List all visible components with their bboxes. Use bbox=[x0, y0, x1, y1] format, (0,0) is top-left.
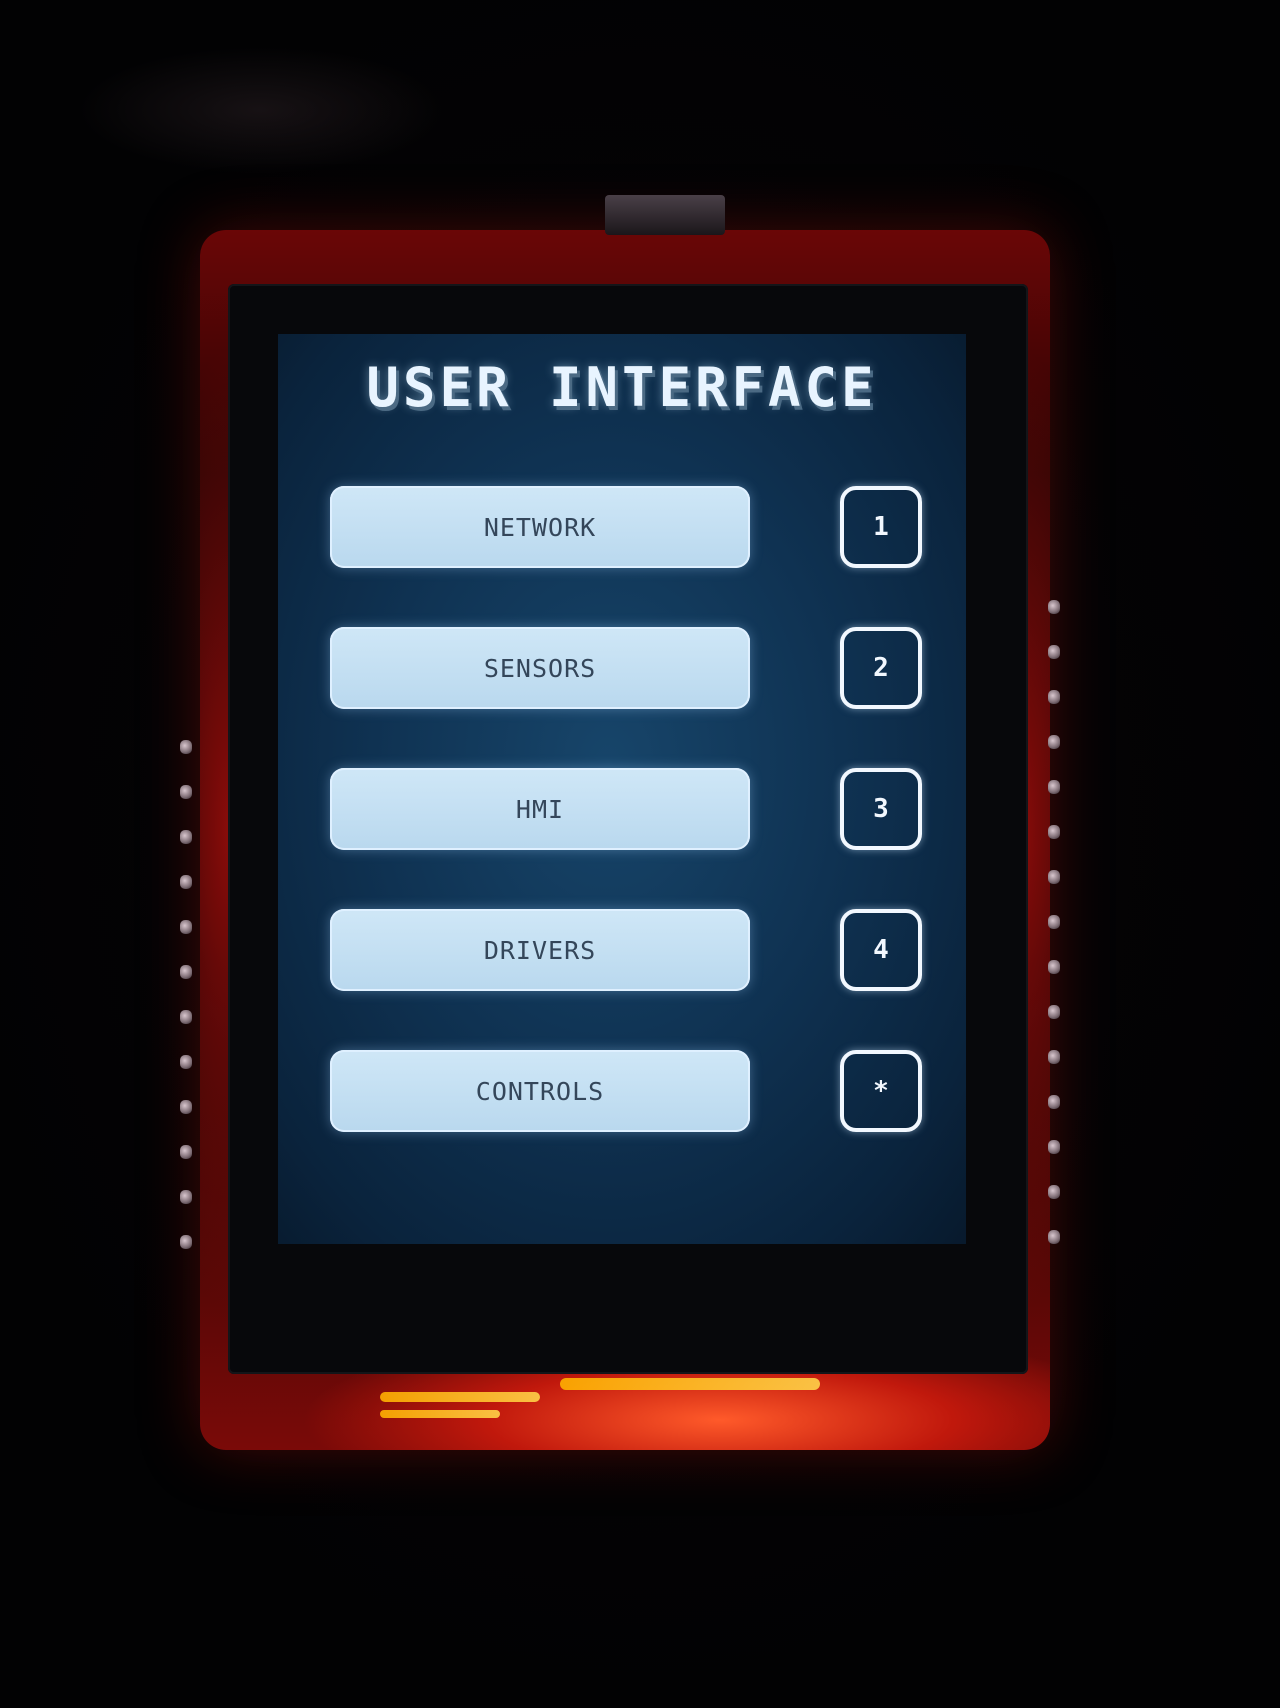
header-pin bbox=[1048, 1005, 1060, 1019]
key-4-button[interactable]: 4 bbox=[840, 909, 922, 991]
controls-button[interactable]: CONTROLS bbox=[330, 1050, 750, 1132]
sensors-button-label: SENSORS bbox=[483, 653, 597, 683]
header-pin bbox=[1048, 1140, 1060, 1154]
header-pin bbox=[1048, 960, 1060, 974]
key-1-button[interactable]: 1 bbox=[840, 486, 922, 568]
header-pin bbox=[180, 1100, 192, 1114]
header-pin bbox=[180, 740, 192, 754]
pcb-trace bbox=[380, 1410, 500, 1418]
screen-title: USER INTERFACE bbox=[366, 356, 878, 419]
header-pin bbox=[1048, 1185, 1060, 1199]
header-pin bbox=[180, 785, 192, 799]
header-pin bbox=[180, 830, 192, 844]
header-pin bbox=[1048, 1230, 1060, 1244]
network-button[interactable]: NETWORK bbox=[330, 486, 750, 568]
left-pin-header bbox=[180, 740, 194, 1280]
header-pin bbox=[180, 1145, 192, 1159]
header-pin bbox=[1048, 870, 1060, 884]
header-pin bbox=[1048, 645, 1060, 659]
key-1-label: 1 bbox=[873, 512, 889, 542]
drivers-button-label: DRIVERS bbox=[483, 935, 597, 965]
key-2-label: 2 bbox=[873, 653, 889, 683]
header-pin bbox=[180, 965, 192, 979]
hmi-button[interactable]: HMI bbox=[330, 768, 750, 850]
lcd-screen: USER INTERFACE NETWORK 1 SENSORS 2 HMI 3… bbox=[278, 334, 966, 1244]
right-pin-header bbox=[1048, 600, 1062, 1275]
header-pin bbox=[180, 1010, 192, 1024]
header-pin bbox=[1048, 690, 1060, 704]
header-pin bbox=[180, 875, 192, 889]
controls-button-label: CONTROLS bbox=[475, 1076, 605, 1106]
key-4-label: 4 bbox=[873, 935, 889, 965]
header-pin bbox=[1048, 915, 1060, 929]
pcb-trace bbox=[560, 1378, 820, 1390]
key-2-button[interactable]: 2 bbox=[840, 627, 922, 709]
photo-background: USER INTERFACE NETWORK 1 SENSORS 2 HMI 3… bbox=[0, 0, 1280, 1708]
pcb-trace bbox=[380, 1392, 540, 1402]
key-star-button[interactable]: * bbox=[840, 1050, 922, 1132]
header-pin bbox=[180, 1055, 192, 1069]
key-3-label: 3 bbox=[873, 794, 889, 824]
drivers-button[interactable]: DRIVERS bbox=[330, 909, 750, 991]
hmi-button-label: HMI bbox=[515, 794, 565, 824]
top-connector bbox=[605, 195, 725, 235]
header-pin bbox=[180, 1190, 192, 1204]
sensors-button[interactable]: SENSORS bbox=[330, 627, 750, 709]
network-button-label: NETWORK bbox=[483, 512, 597, 542]
header-pin bbox=[1048, 735, 1060, 749]
header-pin bbox=[180, 1235, 192, 1249]
header-pin bbox=[180, 920, 192, 934]
header-pin bbox=[1048, 600, 1060, 614]
header-pin bbox=[1048, 1050, 1060, 1064]
header-pin bbox=[1048, 780, 1060, 794]
header-pin bbox=[1048, 1095, 1060, 1109]
header-pin bbox=[1048, 825, 1060, 839]
key-3-button[interactable]: 3 bbox=[840, 768, 922, 850]
key-star-label: * bbox=[873, 1076, 889, 1106]
